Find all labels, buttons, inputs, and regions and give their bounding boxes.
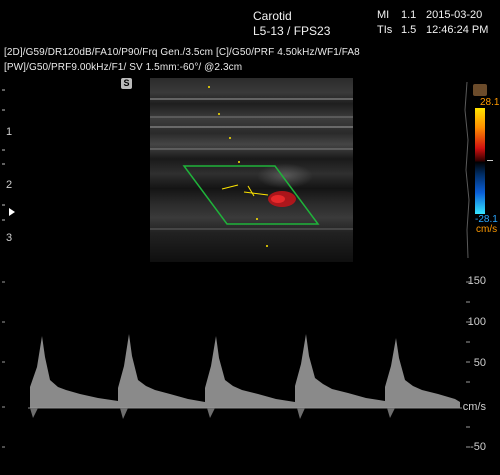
params-line-2d-color: [2D]/G59/DR120dB/FA10/P90/Frq Gen./3.5cm… [4, 47, 360, 58]
pw-spectrum[interactable] [0, 262, 500, 475]
color-scale-icon [473, 84, 487, 96]
params-line-pw: [PW]/G50/PRF9.00kHz/F1/ SV 1.5mm:-60°/ @… [4, 62, 243, 73]
focus-triangle-icon[interactable] [9, 208, 15, 216]
exam-title: Carotid [253, 9, 292, 23]
spectrum-left-ticks [2, 281, 5, 448]
spectrum-label-neg50: -50 [470, 441, 486, 453]
probe-label: L5-13 / FPS23 [253, 24, 331, 38]
color-velocity-bar [475, 108, 485, 214]
spectrum-unit: cm/s [462, 401, 486, 413]
mi-value: 1.1 [401, 9, 417, 21]
roi-box [182, 165, 320, 225]
tis-value: 1.5 [401, 24, 417, 36]
depth-trace [464, 81, 470, 259]
depth-label-3: 3 [6, 232, 13, 244]
color-scale-max: 28.1 [480, 97, 500, 108]
spectrum-label-150: 150 [467, 275, 486, 287]
sample-volume-gate [221, 184, 269, 197]
depth-label-2: 2 [6, 179, 13, 191]
mi-label: MI [377, 9, 390, 21]
color-scale-unit: cm/s [476, 224, 498, 235]
color-doppler-roi[interactable] [150, 78, 353, 262]
status-icon-label: S [123, 78, 130, 88]
spectrum-right-ticks [466, 281, 470, 448]
spectrum-waveform [30, 334, 460, 408]
baseline-marker [487, 160, 493, 161]
tis-label: TIs [377, 24, 393, 36]
exam-date: 2015-03-20 [426, 9, 483, 21]
status-icon: S [121, 78, 132, 89]
depth-label-1: 1 [6, 126, 13, 138]
spectrum-label-50: 50 [473, 357, 486, 369]
exam-time: 12:46:24 PM [426, 24, 489, 36]
spectrum-label-100: 100 [467, 316, 486, 328]
